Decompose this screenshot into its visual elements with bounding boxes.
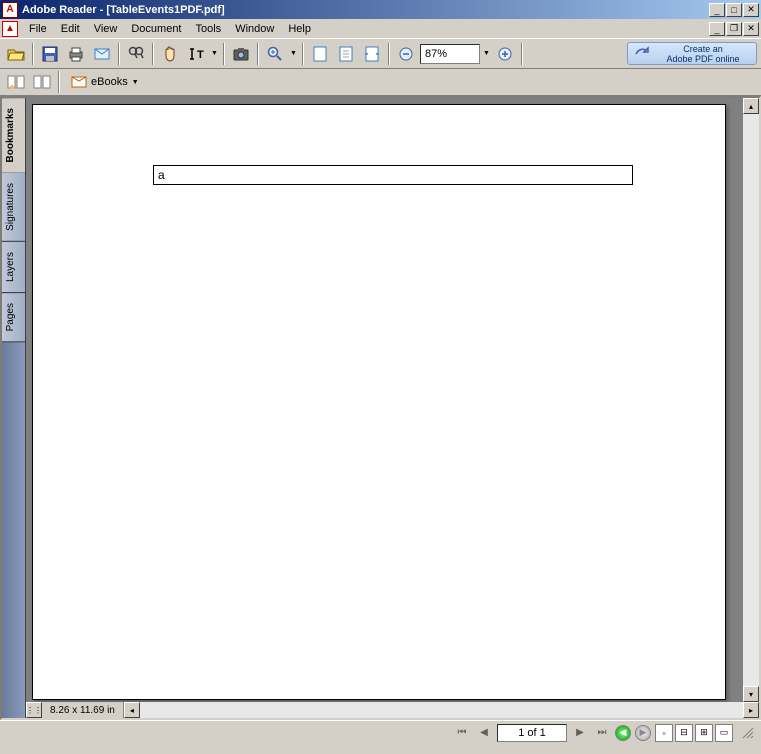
- mdi-close-button[interactable]: ✕: [743, 22, 759, 36]
- view-mode-group: ▫ ⊟ ⊞ ▭: [655, 724, 755, 742]
- menu-tools[interactable]: Tools: [189, 21, 229, 37]
- secondary-toolbar: eBooks ▼: [0, 69, 761, 96]
- separator: [58, 71, 60, 93]
- save-button[interactable]: [38, 42, 62, 66]
- promo-text: Create anAdobe PDF online: [656, 44, 750, 64]
- horizontal-scrollbar: ⋮⋮ 8.26 x 11.69 in ◂ ▸: [26, 702, 759, 718]
- document-scroll: a ▴ ▾: [26, 98, 759, 702]
- maximize-button[interactable]: □: [726, 3, 742, 17]
- titlebar: A Adobe Reader - [TableEvents1PDF.pdf] _…: [0, 0, 761, 19]
- zoom-field-dropdown[interactable]: ▼: [482, 42, 491, 66]
- scroll-track[interactable]: [743, 114, 759, 686]
- scroll-track[interactable]: [140, 702, 743, 718]
- menu-document[interactable]: Document: [124, 21, 188, 37]
- single-page-button[interactable]: ▫: [655, 724, 673, 742]
- svg-text:T: T: [197, 49, 204, 61]
- actual-size-button[interactable]: [308, 42, 332, 66]
- window-buttons: _ □ ✕: [709, 3, 759, 17]
- previous-page-button[interactable]: ◀: [475, 724, 493, 742]
- select-dropdown[interactable]: ▼: [210, 42, 219, 66]
- ebooks-button[interactable]: eBooks ▼: [64, 71, 146, 93]
- snapshot-button[interactable]: [229, 42, 253, 66]
- email-button[interactable]: [90, 42, 114, 66]
- tab-bookmarks[interactable]: Bookmarks: [2, 98, 25, 173]
- tab-layers[interactable]: Layers: [2, 242, 25, 293]
- zoom-dropdown[interactable]: ▼: [289, 42, 298, 66]
- print-button[interactable]: [64, 42, 88, 66]
- zoom-in-button[interactable]: [263, 42, 287, 66]
- navigation-panel: Bookmarks Signatures Layers Pages: [2, 98, 26, 718]
- ebooks-icon: [71, 75, 87, 89]
- continuous-button[interactable]: ⊟: [675, 724, 693, 742]
- facing-button[interactable]: ⊞: [695, 724, 713, 742]
- ebooks-label: eBooks: [91, 76, 128, 88]
- separator: [521, 43, 523, 65]
- first-page-button[interactable]: ⏮: [453, 724, 471, 742]
- zoom-in-circle-button[interactable]: [493, 42, 517, 66]
- separator: [118, 43, 120, 65]
- menu-edit[interactable]: Edit: [54, 21, 87, 37]
- fit-page-button[interactable]: [334, 42, 358, 66]
- resize-handle[interactable]: ⋮⋮: [26, 702, 42, 718]
- mdi-restore-button[interactable]: ❐: [726, 22, 742, 36]
- mdi-minimize-button[interactable]: _: [709, 22, 725, 36]
- search-button[interactable]: [124, 42, 148, 66]
- menubar: ▲ File Edit View Document Tools Window H…: [0, 19, 761, 38]
- separator: [152, 43, 154, 65]
- open-button[interactable]: [4, 42, 28, 66]
- document-area: a ▴ ▾ ⋮⋮ 8.26 x 11.69 in ◂ ▸: [26, 98, 759, 718]
- continuous-facing-button[interactable]: ▭: [715, 724, 733, 742]
- chevron-down-icon: ▼: [132, 79, 139, 86]
- scroll-down-button[interactable]: ▾: [743, 686, 759, 702]
- tab-signatures[interactable]: Signatures: [2, 173, 25, 242]
- window-title: Adobe Reader - [TableEvents1PDF.pdf]: [22, 4, 709, 16]
- zoom-field[interactable]: [420, 44, 480, 64]
- menu-file[interactable]: File: [22, 21, 54, 37]
- page-viewport[interactable]: a: [26, 98, 743, 702]
- table-cell: a: [153, 165, 633, 185]
- page-number-field[interactable]: [497, 724, 567, 742]
- scroll-left-button[interactable]: ◂: [124, 702, 140, 718]
- next-view-button[interactable]: ▶: [635, 725, 651, 741]
- select-text-button[interactable]: T: [184, 42, 208, 66]
- review-button[interactable]: [30, 70, 54, 94]
- pdf-promo-icon: [634, 46, 650, 62]
- previous-view-button[interactable]: ◀: [615, 725, 631, 741]
- next-page-button[interactable]: ▶: [571, 724, 589, 742]
- create-pdf-online-button[interactable]: Create anAdobe PDF online: [627, 42, 757, 65]
- hand-tool-button[interactable]: [158, 42, 182, 66]
- separator: [388, 43, 390, 65]
- app-icon: A: [2, 2, 18, 18]
- page-dimensions: 8.26 x 11.69 in: [42, 702, 124, 718]
- main-area: Bookmarks Signatures Layers Pages a ▴ ▾ …: [0, 96, 761, 720]
- separator: [32, 43, 34, 65]
- minimize-button[interactable]: _: [709, 3, 725, 17]
- last-page-button[interactable]: ⏭: [593, 724, 611, 742]
- statusbar: ⏮ ◀ ▶ ⏭ ◀ ▶ ▫ ⊟ ⊞ ▭: [0, 720, 761, 744]
- resize-grip[interactable]: [739, 724, 755, 740]
- tab-pages[interactable]: Pages: [2, 293, 25, 342]
- mdi-buttons: _ ❐ ✕: [709, 22, 759, 36]
- zoom-out-button[interactable]: [394, 42, 418, 66]
- separator: [302, 43, 304, 65]
- vertical-scrollbar[interactable]: ▴ ▾: [743, 98, 759, 702]
- fit-width-button[interactable]: [360, 42, 384, 66]
- scroll-right-button[interactable]: ▸: [743, 702, 759, 718]
- menu-view[interactable]: View: [87, 21, 125, 37]
- close-button[interactable]: ✕: [743, 3, 759, 17]
- separator: [223, 43, 225, 65]
- document-icon: ▲: [2, 21, 18, 37]
- menu-help[interactable]: Help: [281, 21, 318, 37]
- reading-mode-button[interactable]: [4, 70, 28, 94]
- menu-window[interactable]: Window: [228, 21, 281, 37]
- scroll-up-button[interactable]: ▴: [743, 98, 759, 114]
- main-toolbar: T ▼ ▼ ▼ Create anAdobe PDF online: [0, 38, 761, 69]
- pdf-page: a: [32, 104, 726, 700]
- separator: [257, 43, 259, 65]
